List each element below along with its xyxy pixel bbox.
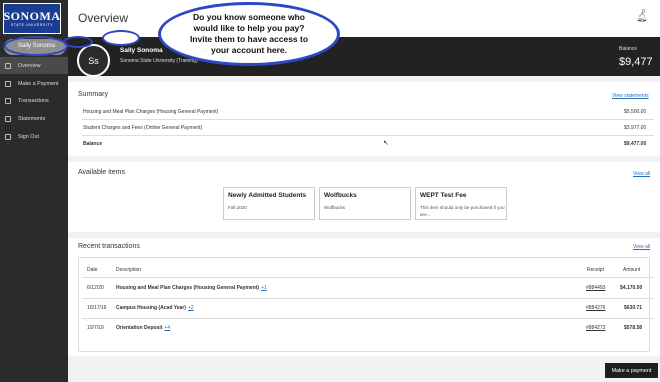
balance-label: Balance [619, 46, 638, 52]
annotation-ring [63, 36, 93, 48]
divider [82, 318, 654, 319]
balance-amount: $9,477 [619, 56, 653, 68]
item-card-wolfbucks[interactable]: Wolfbucks Wolfbucks [319, 187, 411, 220]
transaction-more-link[interactable]: +2 [188, 305, 194, 311]
summary-total-amount: $9,477.00 [624, 141, 647, 147]
make-payment-button[interactable]: Make a payment [605, 363, 658, 378]
summary-row-label: Student Charges and Fees (Online General… [83, 125, 203, 131]
transaction-receipt-link[interactable]: #884273 [586, 325, 605, 331]
transactions-icon [5, 97, 11, 104]
annotation-ring [4, 36, 68, 56]
available-items-view-all-link[interactable]: View all [633, 171, 650, 177]
sidebar-item-label: Statements [18, 115, 46, 122]
transaction-description: Campus Housing (Acad Year) +2 [116, 305, 194, 311]
sidebar-item-label: Make a Payment [18, 80, 59, 87]
notification-button[interactable]: 🔔︎ 0 [636, 9, 647, 23]
sidebar-item-label: Sign Out [18, 133, 39, 140]
summary-row-amount: $5,500.00 [624, 109, 647, 115]
divider [82, 119, 654, 120]
annotation-callout: Do you know someone who would like to he… [158, 2, 340, 66]
notification-count: 0 [642, 9, 645, 15]
summary-total-label: Balance [83, 141, 103, 147]
item-card-title: Newly Admitted Students [228, 192, 307, 199]
sign-out-icon [5, 133, 11, 140]
sonoma-logo[interactable]: SONOMA STATE UNIVERSITY [3, 3, 61, 34]
transaction-receipt-link[interactable]: #884493 [586, 285, 605, 291]
sidebar: SONOMA STATE UNIVERSITY Sally Sonoma Ove… [0, 0, 68, 382]
account-name: Sally Sonoma [120, 47, 163, 54]
recent-transactions-title: Recent transactions [78, 243, 140, 250]
top-bar: Overview 🔔︎ 0 [68, 0, 660, 37]
item-card-subtitle: Wolfbucks [324, 205, 346, 210]
item-card-wept[interactable]: WEPT Test Fee This item should only be p… [415, 187, 507, 220]
transaction-date: 10/7/19 [87, 325, 104, 331]
divider [82, 135, 654, 136]
divider [82, 277, 654, 278]
page-title: Overview [78, 11, 129, 25]
sidebar-item-label: Overview [18, 62, 41, 69]
payment-icon [5, 80, 11, 87]
logo-subtitle: STATE UNIVERSITY [10, 22, 54, 27]
mouse-cursor-icon: ↖ [383, 140, 389, 147]
transaction-more-link[interactable]: +1 [261, 285, 267, 291]
transaction-date: 6/12/20 [87, 285, 104, 291]
available-items-title: Available items [78, 169, 125, 176]
account-school: Sonoma State University (Training) [120, 58, 198, 64]
transaction-amount: $578.58 [624, 325, 643, 331]
avatar: Ss [77, 44, 110, 77]
home-icon [5, 62, 11, 69]
sidebar-item-statements[interactable]: Statements [0, 110, 68, 127]
item-card-subtitle: This item should only be purchased if yo… [420, 205, 505, 217]
transaction-date: 10/17/19 [87, 305, 107, 311]
transaction-amount: $630.71 [624, 305, 643, 311]
sidebar-item-label: Transactions [18, 97, 49, 104]
item-card-title: WEPT Test Fee [420, 192, 467, 199]
sidebar-item-make-payment[interactable]: Make a Payment [0, 75, 68, 92]
callout-text: Do you know someone who would like to he… [189, 12, 309, 55]
column-header-receipt: Receipt [587, 267, 604, 273]
recent-transactions-section: Recent transactions View all [68, 238, 660, 356]
column-header-date: Date [87, 267, 98, 273]
sidebar-item-transactions[interactable]: Transactions [0, 92, 68, 109]
transaction-receipt-link[interactable]: #884276 [586, 305, 605, 311]
summary-row-label: Housing and Meal Plan Charges (Housing G… [83, 109, 219, 115]
account-banner [68, 37, 660, 76]
view-statements-link[interactable]: View statements [612, 93, 649, 99]
transaction-description: Orientation Deposit +4 [116, 325, 171, 331]
column-header-description: Description [116, 267, 142, 273]
summary-title: Summary [78, 91, 108, 98]
sidebar-item-overview[interactable]: Overview [0, 57, 68, 74]
transaction-amount: $4,170.00 [620, 285, 643, 291]
column-header-amount: Amount [623, 267, 641, 273]
annotation-ring [102, 30, 140, 46]
sidebar-item-sign-out[interactable]: Sign Out [0, 128, 68, 145]
summary-section: Summary View statements Housing and Meal… [68, 82, 660, 156]
item-card-newly-admitted[interactable]: Newly Admitted Students Fall 2020 [223, 187, 315, 220]
statements-icon [5, 115, 11, 122]
summary-row-amount: $3,977.00 [624, 125, 647, 131]
item-card-title: Wolfbucks [324, 192, 357, 199]
recent-transactions-view-all-link[interactable]: View all [633, 244, 650, 250]
item-card-subtitle: Fall 2020 [228, 205, 247, 210]
logo-title: SONOMA [3, 8, 61, 23]
transaction-description: Housing and Meal Plan Charges (Housing G… [116, 285, 267, 291]
main-content: Overview 🔔︎ 0 Ss Sally Sonoma Sonoma Sta… [68, 0, 660, 382]
transaction-more-link[interactable]: +4 [164, 325, 170, 331]
divider [82, 298, 654, 299]
